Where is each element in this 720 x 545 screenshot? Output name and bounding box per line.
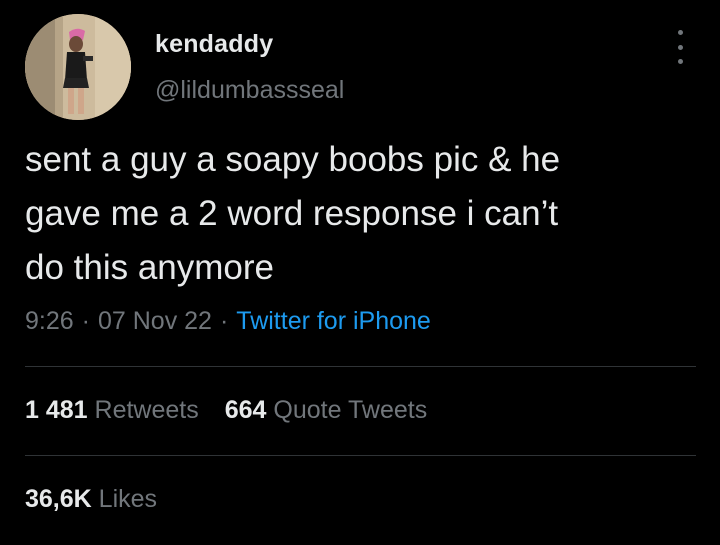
tweet-date[interactable]: 07 Nov 22 — [98, 307, 212, 335]
more-vertical-icon[interactable] — [670, 30, 690, 64]
retweets-count: 1 481 — [25, 396, 88, 424]
avatar-photo — [25, 14, 131, 120]
divider — [25, 366, 696, 367]
meta-separator: · — [219, 307, 229, 335]
avatar[interactable] — [25, 14, 131, 120]
engagement-stats: 1 481 Retweets 664 Quote Tweets — [25, 396, 427, 425]
display-name[interactable]: kendaddy — [155, 30, 273, 59]
likes-stat[interactable]: 36,6K Likes — [25, 485, 157, 513]
quote-tweets-stat[interactable]: 664 Quote Tweets — [225, 396, 427, 424]
meta-separator: · — [81, 307, 90, 335]
likes-stats: 36,6K Likes — [25, 485, 157, 514]
quote-tweets-count: 664 — [224, 396, 267, 424]
likes-label: Likes — [98, 485, 158, 513]
tweet-meta: 9:26 · 07 Nov 22 · Twitter for iPhone — [25, 307, 431, 336]
more-dot — [677, 59, 683, 64]
quote-tweets-label: Quote Tweets — [273, 396, 428, 424]
more-dot — [677, 30, 683, 35]
more-dot — [677, 44, 683, 50]
retweets-label: Retweets — [94, 396, 199, 424]
tweet-source-link[interactable]: Twitter for iPhone — [236, 307, 431, 335]
tweet-detail: kendaddy @lildumbassseal sent a guy a so… — [0, 0, 720, 545]
likes-count: 36,6K — [25, 485, 92, 513]
divider — [25, 455, 696, 456]
username-handle[interactable]: @lildumbassseal — [155, 76, 344, 105]
tweet-text: sent a guy a soapy boobs pic & he gave m… — [25, 140, 561, 287]
tweet-time[interactable]: 9:26 — [25, 307, 74, 335]
retweets-stat[interactable]: 1 481 Retweets — [25, 396, 199, 424]
